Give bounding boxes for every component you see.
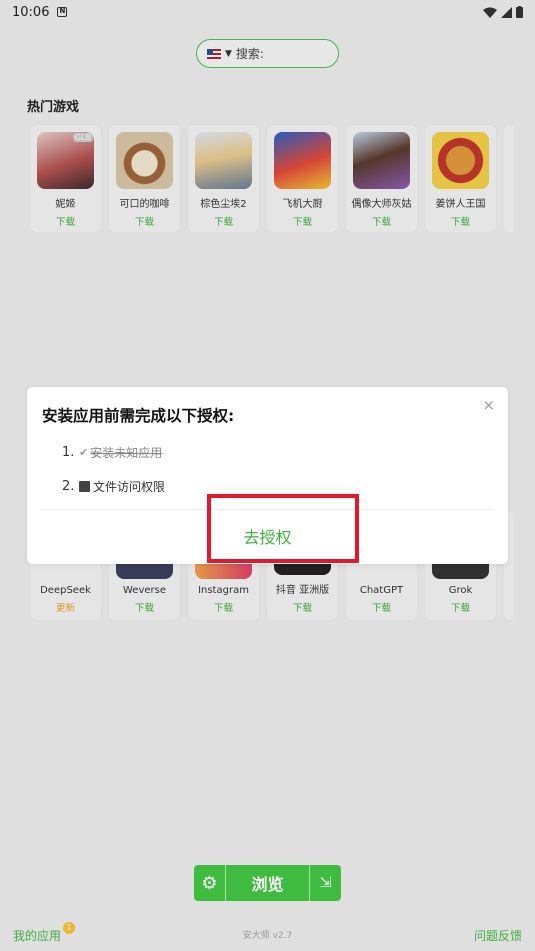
dialog-title: 安装应用前需完成以下授权:: [42, 407, 235, 425]
highlight-box: [207, 494, 359, 563]
check-icon: ✔: [79, 446, 89, 459]
browse-button-group: ⚙ 浏览 ⇲: [194, 865, 341, 901]
app-version: 安大师 v2.7: [242, 931, 293, 941]
permission-steps: 1. ✔ 安装未知应用 2. 文件访问权限: [62, 443, 165, 511]
step-label: 安装未知应用: [90, 446, 163, 460]
arrow-down-right-icon[interactable]: ⇲: [309, 865, 341, 901]
permission-step: 1. ✔ 安装未知应用: [62, 443, 165, 462]
gear-icon[interactable]: ⚙: [194, 865, 226, 901]
close-icon[interactable]: ×: [482, 396, 495, 414]
browse-button[interactable]: 浏览: [226, 871, 309, 895]
permission-step: 2. 文件访问权限: [62, 477, 165, 496]
checkbox-empty-icon: [79, 481, 90, 492]
step-label: 文件访问权限: [93, 480, 166, 494]
step-number: 1.: [62, 445, 75, 460]
feedback-link[interactable]: 问题反馈: [474, 927, 522, 944]
step-number: 2.: [62, 479, 75, 494]
